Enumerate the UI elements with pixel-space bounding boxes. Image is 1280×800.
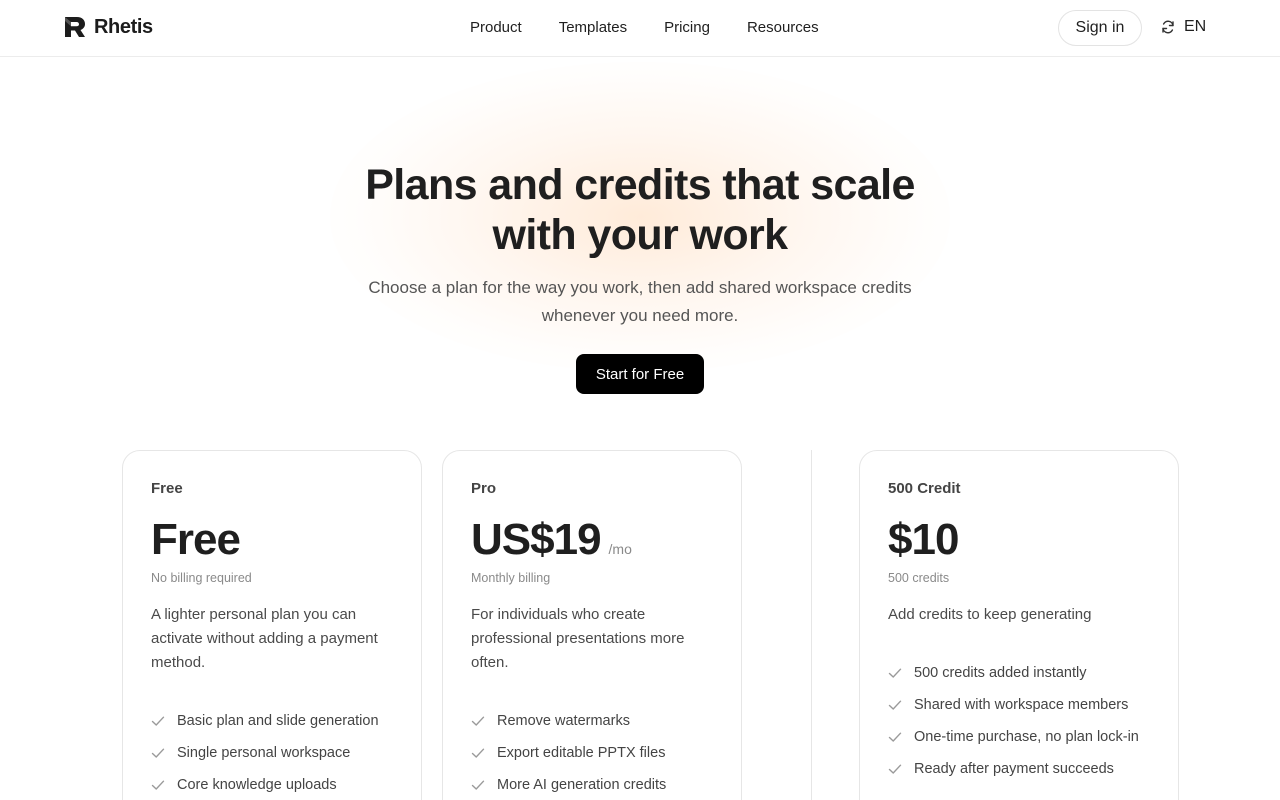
plan-card-free: Free Free No billing required A lighter … — [122, 450, 422, 800]
check-icon — [151, 780, 165, 790]
brand-logo[interactable]: Rhetis — [64, 15, 153, 39]
feature-list: Remove watermarks Export editable PPTX f… — [471, 705, 713, 800]
price-row: US$19 /mo — [471, 517, 713, 565]
check-icon — [151, 716, 165, 726]
feature-item: Basic plan and slide generation — [151, 705, 393, 737]
credit-pack-name: 500 Credit — [888, 480, 961, 497]
top-nav-bar: Rhetis Product Templates Pricing Resourc… — [0, 0, 1280, 57]
check-icon — [888, 668, 902, 678]
credit-pack-card: 500 Credit $10 500 credits Add credits t… — [859, 450, 1179, 800]
start-for-free-button[interactable]: Start for Free — [576, 354, 704, 394]
feature-item: More AI generation credits — [471, 769, 713, 800]
credit-pack-price: $10 — [888, 515, 959, 564]
feature-list: 500 credits added instantly Shared with … — [888, 657, 1150, 785]
feature-text: More AI generation credits — [497, 777, 667, 793]
feature-text: Ready after payment succeeds — [914, 761, 1114, 777]
check-icon — [471, 748, 485, 758]
rhetis-logo-icon — [65, 17, 85, 37]
credit-amount-note: 500 credits — [888, 571, 950, 585]
check-icon — [471, 716, 485, 726]
feature-item: 500 credits added instantly — [888, 657, 1150, 689]
feature-text: Shared with workspace members — [914, 697, 1129, 713]
feature-text: Remove watermarks — [497, 713, 630, 729]
feature-item: Export editable PPTX files — [471, 737, 713, 769]
feature-text: Single personal workspace — [177, 745, 351, 761]
billing-note: Monthly billing — [471, 571, 551, 585]
nav-link-pricing[interactable]: Pricing — [664, 18, 710, 38]
check-icon — [888, 764, 902, 774]
feature-item: Ready after payment succeeds — [888, 753, 1150, 785]
nav-link-templates[interactable]: Templates — [559, 18, 627, 38]
plan-price: US$19 — [471, 515, 602, 564]
plan-description: A lighter personal plan you can activate… — [151, 606, 378, 671]
refresh-icon — [1162, 20, 1174, 34]
credit-pack-description: Add credits to keep generating — [888, 606, 1092, 623]
language-label: EN — [1184, 18, 1207, 35]
feature-item: One-time purchase, no plan lock-in — [888, 721, 1150, 753]
hero-title: Plans and credits that scale with your w… — [290, 160, 990, 260]
feature-item: Shared with workspace members — [888, 689, 1150, 721]
price-row: $10 — [888, 517, 1150, 565]
check-icon — [471, 780, 485, 790]
hero-title-line-1: Plans and credits that scale — [365, 161, 915, 209]
feature-item: Single personal workspace — [151, 737, 393, 769]
plan-name: Free — [151, 480, 183, 497]
nav-link-resources[interactable]: Resources — [747, 18, 819, 38]
hero-title-line-2: with your work — [492, 211, 788, 259]
brand-name: Rhetis — [94, 15, 153, 38]
feature-item: Core knowledge uploads — [151, 769, 393, 800]
feature-text: 500 credits added instantly — [914, 665, 1087, 681]
check-icon — [151, 748, 165, 758]
plan-description: For individuals who create professional … — [471, 606, 685, 671]
billing-note: No billing required — [151, 571, 252, 585]
hero-subtitle-line-1: Choose a plan for the way you work, then… — [368, 278, 912, 297]
nav-link-product[interactable]: Product — [470, 18, 522, 38]
plan-card-pro: Pro US$19 /mo Monthly billing For indivi… — [442, 450, 742, 800]
feature-text: Core knowledge uploads — [177, 777, 337, 793]
main-nav: Product Templates Pricing Resources — [470, 18, 819, 38]
feature-text: Basic plan and slide generation — [177, 713, 379, 729]
hero-subtitle-line-2: whenever you need more. — [541, 306, 739, 325]
check-icon — [888, 700, 902, 710]
hero-subtitle: Choose a plan for the way you work, then… — [360, 274, 920, 330]
check-icon — [888, 732, 902, 742]
feature-item: Remove watermarks — [471, 705, 713, 737]
section-divider — [811, 450, 812, 800]
language-switcher[interactable]: EN — [1160, 18, 1206, 36]
plan-name: Pro — [471, 480, 497, 497]
price-period: /mo — [608, 541, 632, 557]
feature-text: Export editable PPTX files — [497, 745, 666, 761]
feature-text: One-time purchase, no plan lock-in — [914, 729, 1139, 745]
feature-list: Basic plan and slide generation Single p… — [151, 705, 393, 800]
plan-price: Free — [151, 515, 241, 564]
sign-in-button[interactable]: Sign in — [1058, 10, 1142, 46]
price-row: Free — [151, 517, 393, 565]
